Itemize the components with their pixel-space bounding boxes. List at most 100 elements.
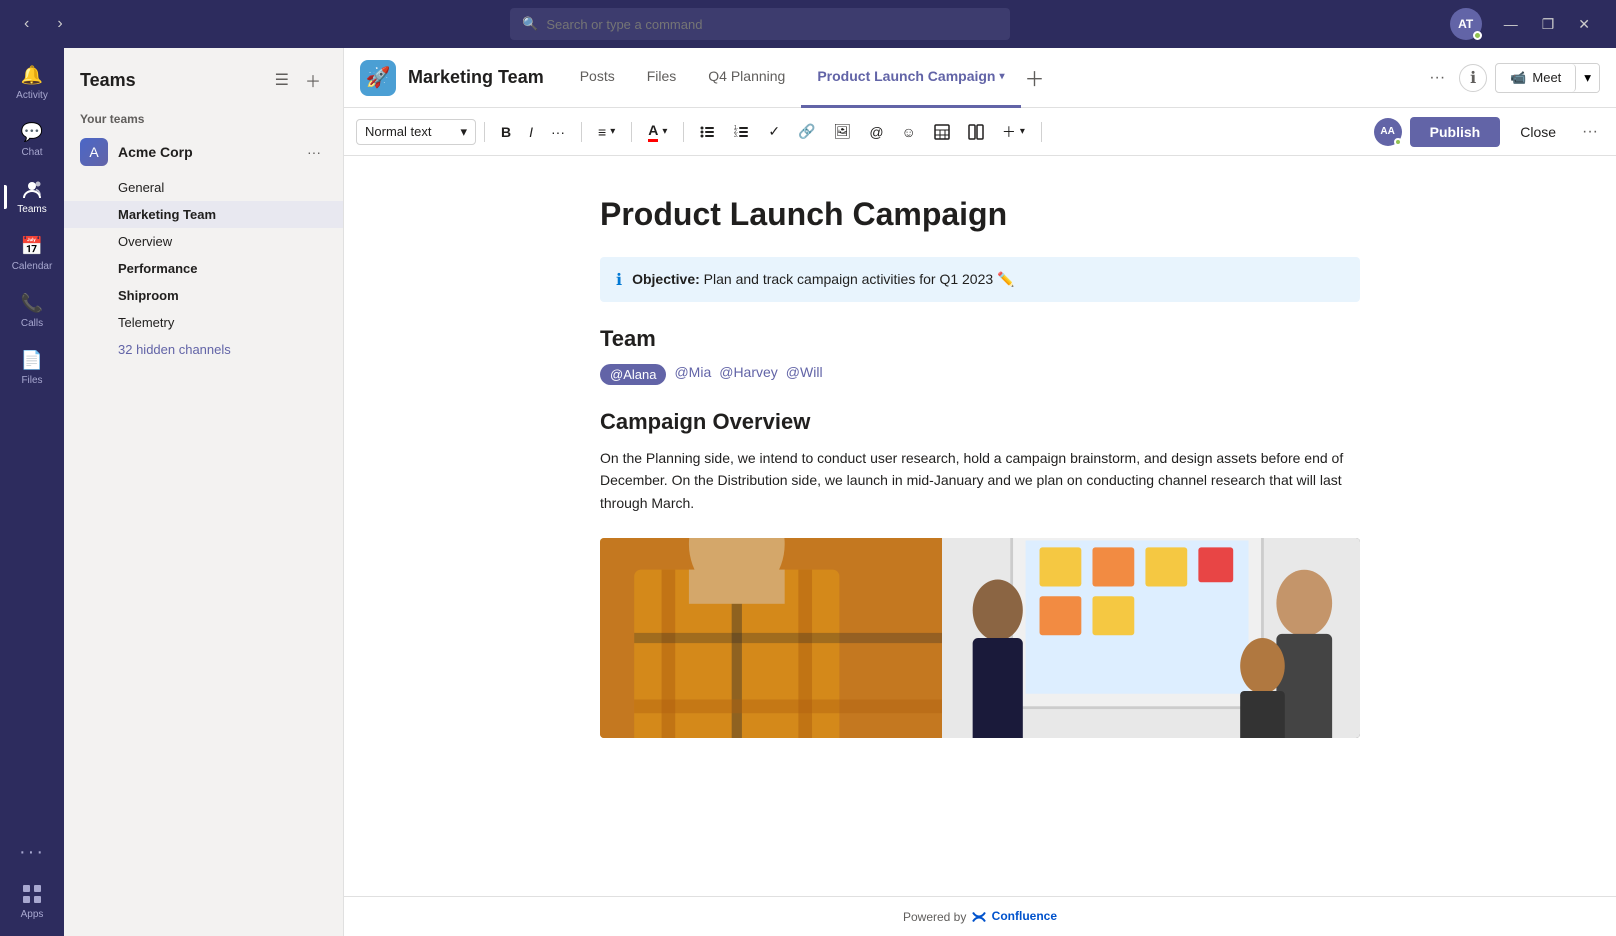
confluence-brand: Confluence — [972, 909, 1057, 924]
channel-shiproom[interactable]: Shiproom — [64, 282, 343, 309]
tab-files[interactable]: Files — [631, 48, 693, 108]
channel-tabs: Posts Files Q4 Planning Product Launch C… — [564, 48, 1049, 108]
channel-info-button[interactable]: ℹ — [1459, 64, 1487, 92]
font-color-button[interactable]: A ▾ — [640, 117, 675, 147]
channel-list: General Marketing Team Overview Performa… — [64, 174, 343, 363]
tab-product-launch[interactable]: Product Launch Campaign ▾ — [801, 48, 1020, 108]
title-bar: ‹ › 🔍 AT — ❐ ✕ — [0, 0, 1616, 48]
teams-panel-actions: ☰ ＋ — [269, 64, 327, 96]
toolbar-sep-4 — [683, 122, 684, 142]
color-chevron: ▾ — [662, 126, 667, 137]
channel-marketing-team[interactable]: Marketing Team — [64, 201, 343, 228]
text-format-dropdown[interactable]: Normal text ▾ — [356, 119, 476, 145]
calendar-icon: 📅 — [21, 235, 43, 257]
mention-will[interactable]: @Will — [786, 364, 823, 385]
mention-harvey[interactable]: @Harvey — [719, 364, 778, 385]
bold-button[interactable]: B — [493, 119, 519, 145]
sidebar-item-teams[interactable]: Teams — [4, 170, 60, 223]
align-button[interactable]: ≡ ▾ — [590, 119, 623, 145]
window-controls: — ❐ ✕ — [1494, 12, 1600, 37]
calls-icon: 📞 — [21, 292, 43, 314]
add-tab-button[interactable]: ＋ — [1021, 48, 1049, 108]
sidebar-label-calendar: Calendar — [12, 261, 53, 272]
search-bar[interactable]: 🔍 — [510, 8, 1010, 40]
toolbar-overflow-button[interactable]: ··· — [1576, 119, 1604, 145]
user-avatar[interactable]: AT — [1450, 8, 1482, 40]
meet-button[interactable]: 📹 Meet — [1496, 64, 1576, 92]
team-heading: Team — [600, 326, 1360, 352]
team-acmecorp-header[interactable]: A Acme Corp ··· — [64, 130, 343, 174]
channel-more-button[interactable]: ··· — [1423, 65, 1451, 91]
camera-icon: 📹 — [1510, 70, 1526, 86]
close-editor-button[interactable]: Close — [1508, 118, 1568, 146]
sidebar-item-calls[interactable]: 📞 Calls — [4, 284, 60, 337]
tab-posts[interactable]: Posts — [564, 48, 631, 108]
table-button[interactable] — [926, 119, 958, 145]
image-left — [600, 538, 942, 738]
meet-dropdown-button[interactable]: ▾ — [1576, 64, 1599, 92]
emoji-button[interactable]: ☺ — [894, 119, 924, 145]
minimize-button[interactable]: — — [1494, 12, 1528, 37]
teams-icon — [21, 178, 43, 200]
sidebar-label-chat: Chat — [21, 147, 42, 158]
numbering-button[interactable]: 1.2.3. — [726, 119, 758, 145]
more-insert-button[interactable]: ＋ ▾ — [994, 117, 1033, 147]
toolbar-sep-2 — [581, 122, 582, 142]
image-button[interactable]: 🖼 — [826, 118, 860, 145]
nav-forward-button[interactable]: › — [49, 11, 70, 37]
close-button[interactable]: ✕ — [1568, 12, 1600, 37]
sidebar-item-files[interactable]: 📄 Files — [4, 341, 60, 394]
new-team-button[interactable]: ＋ — [299, 64, 327, 96]
image-right — [942, 538, 1360, 738]
main-content: 🚀 Marketing Team Posts Files Q4 Planning… — [344, 48, 1616, 936]
channel-telemetry[interactable]: Telemetry — [64, 309, 343, 336]
filter-button[interactable]: ☰ — [269, 64, 295, 96]
editor-footer: Powered by Confluence — [344, 896, 1616, 936]
channel-overview[interactable]: Overview — [64, 228, 343, 255]
publish-button[interactable]: Publish — [1410, 117, 1501, 147]
bullets-button[interactable] — [692, 119, 724, 145]
apps-icon — [21, 883, 43, 905]
avatar-status-dot — [1394, 138, 1402, 146]
objective-label: Objective: — [632, 271, 700, 287]
channel-title: Marketing Team — [408, 67, 544, 88]
editor-content: Product Launch Campaign ℹ Objective: Pla… — [344, 156, 1616, 896]
sidebar-label-calls: Calls — [21, 318, 43, 329]
checklist-button[interactable]: ✓ — [760, 118, 788, 145]
nav-back-button[interactable]: ‹ — [16, 11, 37, 37]
sidebar-item-apps[interactable]: Apps — [4, 875, 60, 928]
objective-body: Plan and track campaign activities for Q… — [704, 271, 1015, 287]
sidebar-item-calendar[interactable]: 📅 Calendar — [4, 227, 60, 280]
sidebar-item-chat[interactable]: 💬 Chat — [4, 113, 60, 166]
editor-toolbar: Normal text ▾ B I ··· ≡ ▾ A ▾ 1.2.3. — [344, 108, 1616, 156]
team-more-button[interactable]: ··· — [301, 140, 327, 164]
toolbar-sep-3 — [631, 122, 632, 142]
more-format-button[interactable]: ··· — [543, 119, 573, 145]
objective-callout: ℹ Objective: Plan and track campaign act… — [600, 257, 1360, 302]
tab-q4planning[interactable]: Q4 Planning — [692, 48, 801, 108]
sidebar-item-activity[interactable]: 🔔 Activity — [4, 56, 60, 109]
sidebar-label-apps: Apps — [21, 909, 44, 920]
powered-by-label: Powered by — [903, 910, 966, 924]
search-input[interactable] — [546, 17, 998, 32]
channel-performance[interactable]: Performance — [64, 255, 343, 282]
toolbar-actions: AA Publish Close ··· — [1374, 117, 1604, 147]
titlebar-right: AT — ❐ ✕ — [1450, 8, 1600, 40]
mention-button[interactable]: @ — [861, 119, 891, 145]
sidebar-label-teams: Teams — [17, 204, 46, 215]
mention-alana[interactable]: @Alana — [600, 364, 666, 385]
sidebar-label-files: Files — [21, 375, 42, 386]
hidden-channels-link[interactable]: 32 hidden channels — [64, 336, 343, 363]
columns-button[interactable] — [960, 119, 992, 145]
sidebar-item-more[interactable]: ··· — [4, 833, 60, 871]
italic-button[interactable]: I — [521, 119, 541, 145]
sidebar-label-activity: Activity — [16, 90, 48, 101]
meet-button-group: 📹 Meet ▾ — [1495, 63, 1600, 93]
mention-mia[interactable]: @Mia — [674, 364, 711, 385]
maximize-button[interactable]: ❐ — [1532, 12, 1565, 37]
team-logo-acmecorp: A — [80, 138, 108, 166]
your-teams-label: Your teams — [64, 104, 343, 130]
link-button[interactable]: 🔗 — [790, 118, 823, 145]
channel-general[interactable]: General — [64, 174, 343, 201]
align-chevron: ▾ — [610, 126, 615, 137]
